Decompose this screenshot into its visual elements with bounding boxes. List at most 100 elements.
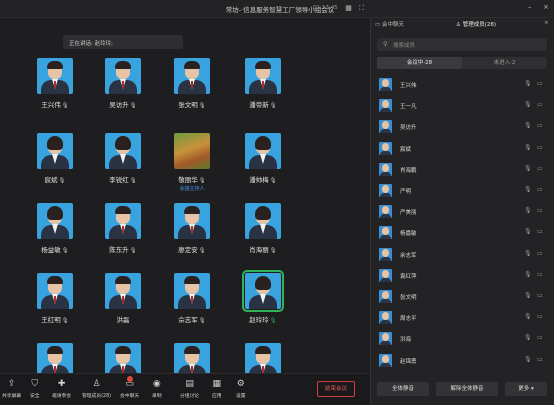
mic-muted-icon: 🎙︎ <box>269 103 277 109</box>
mic-muted-icon[interactable]: 🎙︎ <box>524 250 532 257</box>
toolbar-label: 设置 <box>236 394 246 399</box>
mic-muted-icon[interactable]: 🎙︎ <box>524 80 532 87</box>
mic-muted-icon[interactable]: 🎙︎ <box>524 356 532 363</box>
participant-tile[interactable]: 肖海丽🎙︎ <box>228 203 298 254</box>
participant-tile[interactable]: 潘帝新🎙︎ <box>228 58 298 109</box>
member-name: 张文明 <box>400 295 417 301</box>
toolbar-label: 录制 <box>152 394 162 399</box>
member-row[interactable]: 袁红萍 🎙︎ ▭ <box>371 267 554 284</box>
participant-name-row: 廖定安🎙︎ <box>157 244 227 254</box>
mic-muted-icon[interactable]: 🎙︎ <box>524 101 532 108</box>
mic-muted-icon[interactable]: 🎙︎ <box>524 228 532 235</box>
close-panel-icon[interactable]: × <box>544 20 549 26</box>
participant-name: 宸斌 <box>44 176 58 184</box>
meeting-timer: 01:13:45 <box>313 5 338 11</box>
camera-icon[interactable]: ▭ <box>537 80 543 87</box>
participant-tile[interactable]: 洪磊 <box>88 273 158 324</box>
member-row[interactable]: 王一凡 🎙︎ ▭ <box>371 97 554 114</box>
toolbar-share-screen-button[interactable]: ⇪ 共享屏幕 <box>2 378 21 399</box>
participant-name-row: 陈东升🎙︎ <box>88 244 158 254</box>
chat-icon: ▭ <box>120 376 139 390</box>
member-name: 王兴伟 <box>400 83 417 89</box>
toolbar-members-button[interactable]: ♙ 管理成员(28) <box>82 378 111 399</box>
participant-tile[interactable]: 李锐红🎙︎ <box>88 133 158 184</box>
mic-muted-icon[interactable]: 🎙︎ <box>524 186 532 193</box>
participant-tile[interactable]: 宸斌🎙︎ <box>20 133 90 184</box>
chat-tab-icon: ▭ <box>375 22 381 28</box>
tab-chat[interactable]: ▭ 会中聊天 <box>375 20 404 28</box>
camera-icon[interactable]: ▭ <box>537 250 543 257</box>
mic-muted-icon[interactable]: 🎙︎ <box>524 144 532 151</box>
participant-tile[interactable]: 陈东升🎙︎ <box>88 203 158 254</box>
camera-icon[interactable]: ▭ <box>537 122 543 129</box>
tab-members[interactable]: ♙ 管理成员(28) <box>456 20 496 28</box>
mic-muted-icon[interactable]: 🎙︎ <box>524 313 532 320</box>
participant-tile[interactable]: 杨益敏🎙︎ <box>20 203 90 254</box>
member-row[interactable]: 余志军 🎙︎ ▭ <box>371 246 554 263</box>
avatar <box>379 353 392 367</box>
unread-badge <box>127 376 133 382</box>
member-row[interactable]: 宸斌 🎙︎ ▭ <box>371 140 554 157</box>
camera-icon[interactable]: ▭ <box>537 292 543 299</box>
camera-icon[interactable]: ▭ <box>537 271 543 278</box>
unmute-all-button[interactable]: 解除全体静音 <box>436 382 498 396</box>
grid-view-icon[interactable]: ▦ <box>344 4 353 13</box>
member-row[interactable]: 严明 🎙︎ ▭ <box>371 182 554 199</box>
toolbar-chat-button[interactable]: ▭ 会中聊天 <box>120 376 139 399</box>
close-icon[interactable]: × <box>543 3 549 11</box>
camera-icon[interactable]: ▭ <box>537 228 543 235</box>
participant-tile[interactable]: 赵玲玲🎙︎ <box>228 270 298 324</box>
mute-all-button[interactable]: 全体静音 <box>377 382 429 396</box>
camera-icon[interactable]: ▭ <box>537 313 543 320</box>
member-row[interactable]: 严美丽 🎙︎ ▭ <box>371 203 554 220</box>
mic-muted-icon[interactable]: 🎙︎ <box>524 292 532 299</box>
end-meeting-button[interactable]: 结束会议 <box>317 381 355 397</box>
member-row[interactable]: 杨嘉敏 🎙︎ ▭ <box>371 224 554 241</box>
member-row[interactable]: 周志平 🎙︎ ▭ <box>371 309 554 326</box>
member-row[interactable]: 赵锦勇 🎙︎ ▭ <box>371 352 554 369</box>
mic-muted-icon[interactable]: 🎙︎ <box>524 207 532 214</box>
camera-icon[interactable]: ▭ <box>537 144 543 151</box>
fullscreen-icon[interactable]: ⛶ <box>357 4 366 13</box>
participant-tile[interactable]: 张文明🎙︎ <box>157 58 227 109</box>
participant-tile[interactable]: 吴访升🎙︎ <box>88 58 158 109</box>
toolbar-invite-button[interactable]: ✚ 邀请参会 <box>52 378 71 399</box>
participant-name-row: 杨益敏🎙︎ <box>20 244 90 254</box>
mic-muted-icon[interactable]: 🎙︎ <box>524 122 532 129</box>
camera-icon[interactable]: ▭ <box>537 165 543 172</box>
toolbar-apps-button[interactable]: ▦ 应用 <box>212 378 222 399</box>
participant-tile[interactable]: 廖定安🎙︎ <box>157 203 227 254</box>
minimize-icon[interactable]: – <box>528 3 532 11</box>
participant-name-row: 王兴伟🎙︎ <box>20 99 90 109</box>
participant-name-row: 佘志军🎙︎ <box>157 314 227 324</box>
participant-name: 杨益敏 <box>41 246 61 254</box>
participant-tile[interactable]: 王红明🎙︎ <box>20 273 90 324</box>
participant-tile[interactable]: 王兴伟🎙︎ <box>20 58 90 109</box>
mic-muted-icon[interactable]: 🎙︎ <box>524 271 532 278</box>
tab-not-joined[interactable]: 未进入·2 <box>462 57 547 69</box>
toolbar-breakout-button[interactable]: ▤ 分组讨论 <box>180 378 199 399</box>
participant-tile[interactable]: 敬丽华🎙︎ 会議主持人 <box>157 133 227 192</box>
participant-tile[interactable]: 佘志军🎙︎ <box>157 273 227 324</box>
toolbar-shield-button[interactable]: ⛉ 安全 <box>30 378 40 399</box>
member-row[interactable]: 肖海鹏 🎙︎ ▭ <box>371 161 554 178</box>
toolbar-settings-button[interactable]: ⚙ 设置 <box>236 378 246 399</box>
camera-icon[interactable]: ▭ <box>537 186 543 193</box>
member-search-input[interactable]: ⚲ 搜索成员 <box>377 38 547 51</box>
mic-muted-icon[interactable]: 🎙︎ <box>524 334 532 341</box>
camera-icon[interactable]: ▭ <box>537 356 543 363</box>
more-button[interactable]: 更多 ▾ <box>505 382 547 396</box>
camera-icon[interactable]: ▭ <box>537 334 543 341</box>
host-tag: 会議主持人 <box>179 186 205 192</box>
mic-muted-icon[interactable]: 🎙︎ <box>524 165 532 172</box>
member-row[interactable]: 洪海 🎙︎ ▭ <box>371 330 554 347</box>
camera-icon[interactable]: ▭ <box>537 101 543 108</box>
member-row[interactable]: 吴访升 🎙︎ ▭ <box>371 118 554 135</box>
tab-in-meeting[interactable]: 会议中·28 <box>377 57 462 69</box>
member-row[interactable]: 王兴伟 🎙︎ ▭ <box>371 76 554 93</box>
member-row[interactable]: 张文明 🎙︎ ▭ <box>371 288 554 305</box>
camera-icon[interactable]: ▭ <box>537 207 543 214</box>
toolbar-record-button[interactable]: ◉ 录制 <box>152 378 162 399</box>
members-icon: ♙ <box>92 379 101 389</box>
participant-tile[interactable]: 潘帅梅🎙︎ <box>228 133 298 184</box>
